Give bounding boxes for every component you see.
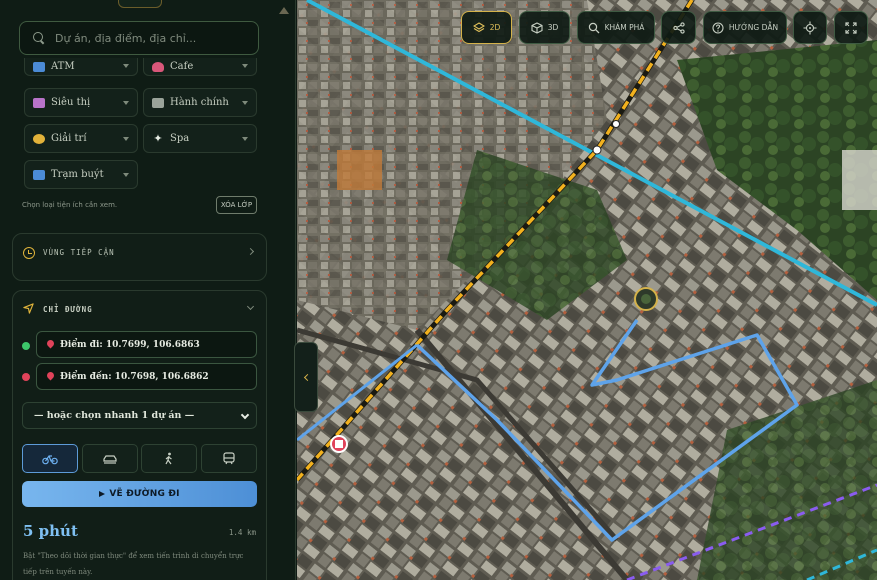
sidebar-toggle-button[interactable] (294, 342, 318, 412)
scroll-up-arrow-icon[interactable] (279, 7, 289, 14)
amenity-administrative[interactable]: Hành chính (143, 88, 257, 117)
amenity-label: ATM (51, 61, 75, 72)
layers-icon (472, 21, 485, 32)
my-location-button[interactable] (793, 11, 827, 44)
origin-dot (22, 342, 30, 350)
map-canvas[interactable] (297, 0, 877, 580)
amenity-spa[interactable]: ✦ Spa (143, 124, 257, 153)
play-icon (99, 491, 106, 497)
origin-field[interactable]: Điểm đi: 10.7699, 106.6863 (36, 331, 257, 358)
search-box[interactable] (19, 21, 259, 55)
realtime-hint: Bật "Theo dõi thời gian thực" để xem tiế… (23, 552, 244, 576)
chevron-down-icon (123, 137, 129, 141)
building-roof (842, 150, 877, 210)
chevron-left-icon (303, 373, 312, 381)
route-eta: 5 phút (23, 522, 78, 540)
search-icon (33, 32, 45, 44)
chevron-down-icon (242, 137, 248, 141)
share-button[interactable] (661, 11, 696, 44)
amenity-label: Cafe (170, 61, 194, 72)
view-2d-label: 2D (489, 23, 501, 32)
chevron-down-icon (242, 64, 248, 68)
amenity-label: Giải trí (51, 133, 87, 144)
satellite-map[interactable]: 2D 3D KHÁM PHÁ HƯỚNG DẪN (297, 0, 877, 580)
mode-walk-button[interactable] (141, 444, 197, 473)
chevron-down-icon[interactable] (246, 302, 255, 311)
reach-panel[interactable]: VÙNG TIẾP CẬN (12, 233, 267, 281)
sparkle-icon: ✦ (153, 131, 163, 145)
sidebar: ATM Cafe Siêu thị Hành chính Giải trí ✦ … (0, 0, 296, 580)
amenity-entertainment[interactable]: Giải trí (24, 124, 138, 153)
mode-car-button[interactable] (82, 444, 138, 473)
fullscreen-button[interactable] (834, 11, 868, 44)
amenity-label: Trạm buýt (51, 169, 104, 180)
car-icon (103, 454, 117, 464)
clock-icon (23, 247, 35, 259)
bus-stop-icon (335, 440, 343, 448)
destination-value: Điểm đến: 10.7698, 106.6862 (60, 371, 209, 382)
route-panel-title: CHỈ ĐƯỜNG (43, 305, 93, 314)
pin-icon (47, 372, 54, 381)
cart-icon (33, 97, 45, 108)
pin-icon (47, 340, 54, 349)
route-distance: 1.4 km (228, 528, 256, 537)
crosshair-icon (803, 21, 817, 34)
search-icon (588, 22, 600, 33)
quick-project-select[interactable]: — hoặc chọn nhanh 1 dự án — (22, 402, 257, 429)
bike-icon (42, 454, 58, 464)
location-marker-center (641, 294, 651, 304)
amenity-label: Hành chính (170, 97, 229, 108)
atm-icon (33, 61, 45, 72)
guide-button[interactable]: HƯỚNG DẪN (703, 11, 787, 44)
bus-icon (33, 169, 45, 180)
view-3d-button[interactable]: 3D (519, 11, 570, 44)
draw-route-button[interactable]: VẼ ĐƯỜNG ĐI (22, 481, 257, 507)
search-input[interactable] (55, 31, 258, 45)
theater-icon (33, 133, 45, 144)
share-icon (672, 21, 685, 34)
mode-bike-button[interactable] (22, 444, 78, 473)
draw-route-label: VẼ ĐƯỜNG ĐI (109, 489, 180, 499)
explore-label: KHÁM PHÁ (604, 23, 645, 32)
clear-layers-button[interactable]: XÓA LỚP (216, 196, 257, 214)
cube-icon (531, 21, 543, 34)
transit-stop[interactable] (612, 120, 620, 128)
help-icon (712, 21, 724, 34)
amenity-label: Siêu thị (51, 97, 91, 108)
building-icon (152, 97, 164, 108)
map-app: ATM Cafe Siêu thị Hành chính Giải trí ✦ … (0, 0, 877, 580)
view-3d-label: 3D (547, 23, 559, 32)
destination-field[interactable]: Điểm đến: 10.7698, 106.6862 (36, 363, 257, 390)
explore-button[interactable]: KHÁM PHÁ (577, 11, 655, 44)
reach-panel-title: VÙNG TIẾP CẬN (43, 248, 115, 257)
amenity-bus-stop[interactable]: Trạm buýt (24, 160, 138, 189)
mode-transit-button[interactable] (201, 444, 257, 473)
amenity-atm[interactable]: ATM (24, 58, 138, 76)
fullscreen-icon (845, 21, 857, 34)
destination-dot (22, 373, 30, 381)
guide-label: HƯỚNG DẪN (728, 23, 779, 32)
transit-stop[interactable] (592, 145, 602, 155)
amenity-label: Spa (170, 133, 190, 144)
walk-icon (165, 452, 172, 465)
building-roof (337, 150, 382, 190)
amenity-cafe[interactable]: Cafe (143, 58, 257, 76)
navigation-icon (23, 303, 34, 314)
sidebar-top-tab[interactable] (118, 0, 162, 8)
amenity-supermarket[interactable]: Siêu thị (24, 88, 138, 117)
origin-value: Điểm đi: 10.7699, 106.6863 (60, 339, 200, 350)
cafe-icon (152, 61, 164, 72)
chevron-down-icon (240, 410, 250, 420)
transit-icon (223, 452, 235, 465)
chevron-down-icon (123, 64, 129, 68)
quick-select-label: — hoặc chọn nhanh 1 dự án — (34, 410, 195, 421)
view-2d-button[interactable]: 2D (461, 11, 512, 44)
route-panel: CHỈ ĐƯỜNG Điểm đi: 10.7699, 106.6863 Điể… (12, 290, 267, 580)
chevron-down-icon (123, 101, 129, 105)
amenity-hint: Chọn loại tiện ích cần xem. (22, 201, 118, 209)
chevron-right-icon (246, 247, 255, 256)
chevron-down-icon (123, 173, 129, 177)
chevron-down-icon (242, 101, 248, 105)
